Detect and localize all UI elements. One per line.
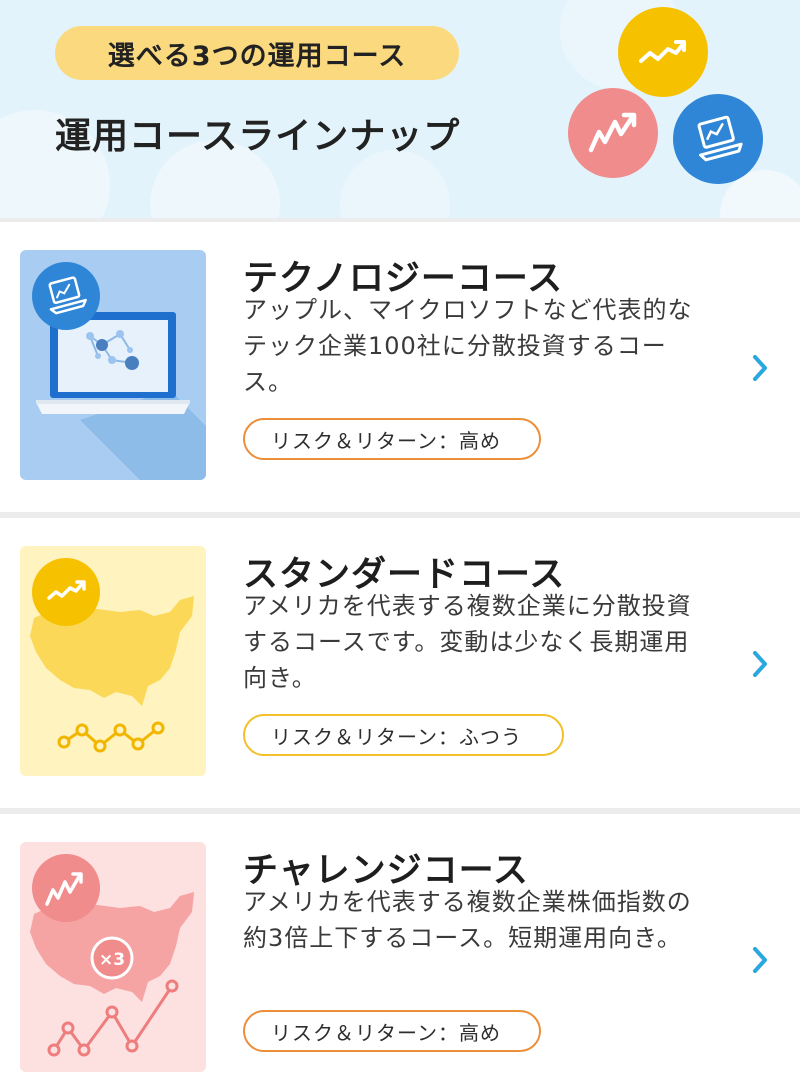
chevron-right-icon[interactable] — [748, 352, 772, 384]
course-description: アメリカを代表する複数企業に分散投資するコースです。変動は少なく長期運用向き。 — [243, 592, 692, 692]
course-card-technology[interactable]: テクノロジーコース アップル、マイクロソフトなど代表的なテック企業100社に分散… — [0, 222, 800, 512]
header-tag: 選べる3つの運用コース — [55, 26, 459, 80]
page-header: 選べる3つの運用コース 運用コースラインナップ — [0, 0, 800, 218]
risk-badge: リスク＆リターン：ふつう — [243, 714, 564, 756]
technology-thumbnail — [20, 250, 206, 480]
risk-badge: リスク＆リターン：高め — [243, 1010, 541, 1052]
page-title: 運用コースラインナップ — [55, 116, 461, 157]
course-description: アップル、マイクロソフトなど代表的なテック企業100社に分散投資するコース。 — [243, 296, 693, 396]
laptop-blue-icon — [673, 94, 763, 184]
chart-up-yellow-icon — [618, 7, 708, 97]
risk-badge: リスク＆リターン：高め — [243, 418, 541, 460]
chart-up-red-icon — [568, 88, 658, 178]
course-description: アメリカを代表する複数企業株価指数の約3倍上下するコース。短期運用向き。 — [243, 888, 692, 952]
chevron-right-icon[interactable] — [748, 944, 772, 976]
course-card-standard[interactable]: スタンダードコース アメリカを代表する複数企業に分散投資するコースです。変動は少… — [0, 518, 800, 808]
challenge-thumbnail: ×3 — [20, 842, 206, 1072]
multiplier-label: ×3 — [99, 950, 125, 970]
chevron-right-icon[interactable] — [748, 648, 772, 680]
decor-bubble — [340, 150, 450, 218]
course-card-challenge[interactable]: ×3 チャレンジコース アメリカを代表する複数企業株価指数の約3倍上下するコース… — [0, 814, 800, 1089]
standard-thumbnail — [20, 546, 206, 776]
